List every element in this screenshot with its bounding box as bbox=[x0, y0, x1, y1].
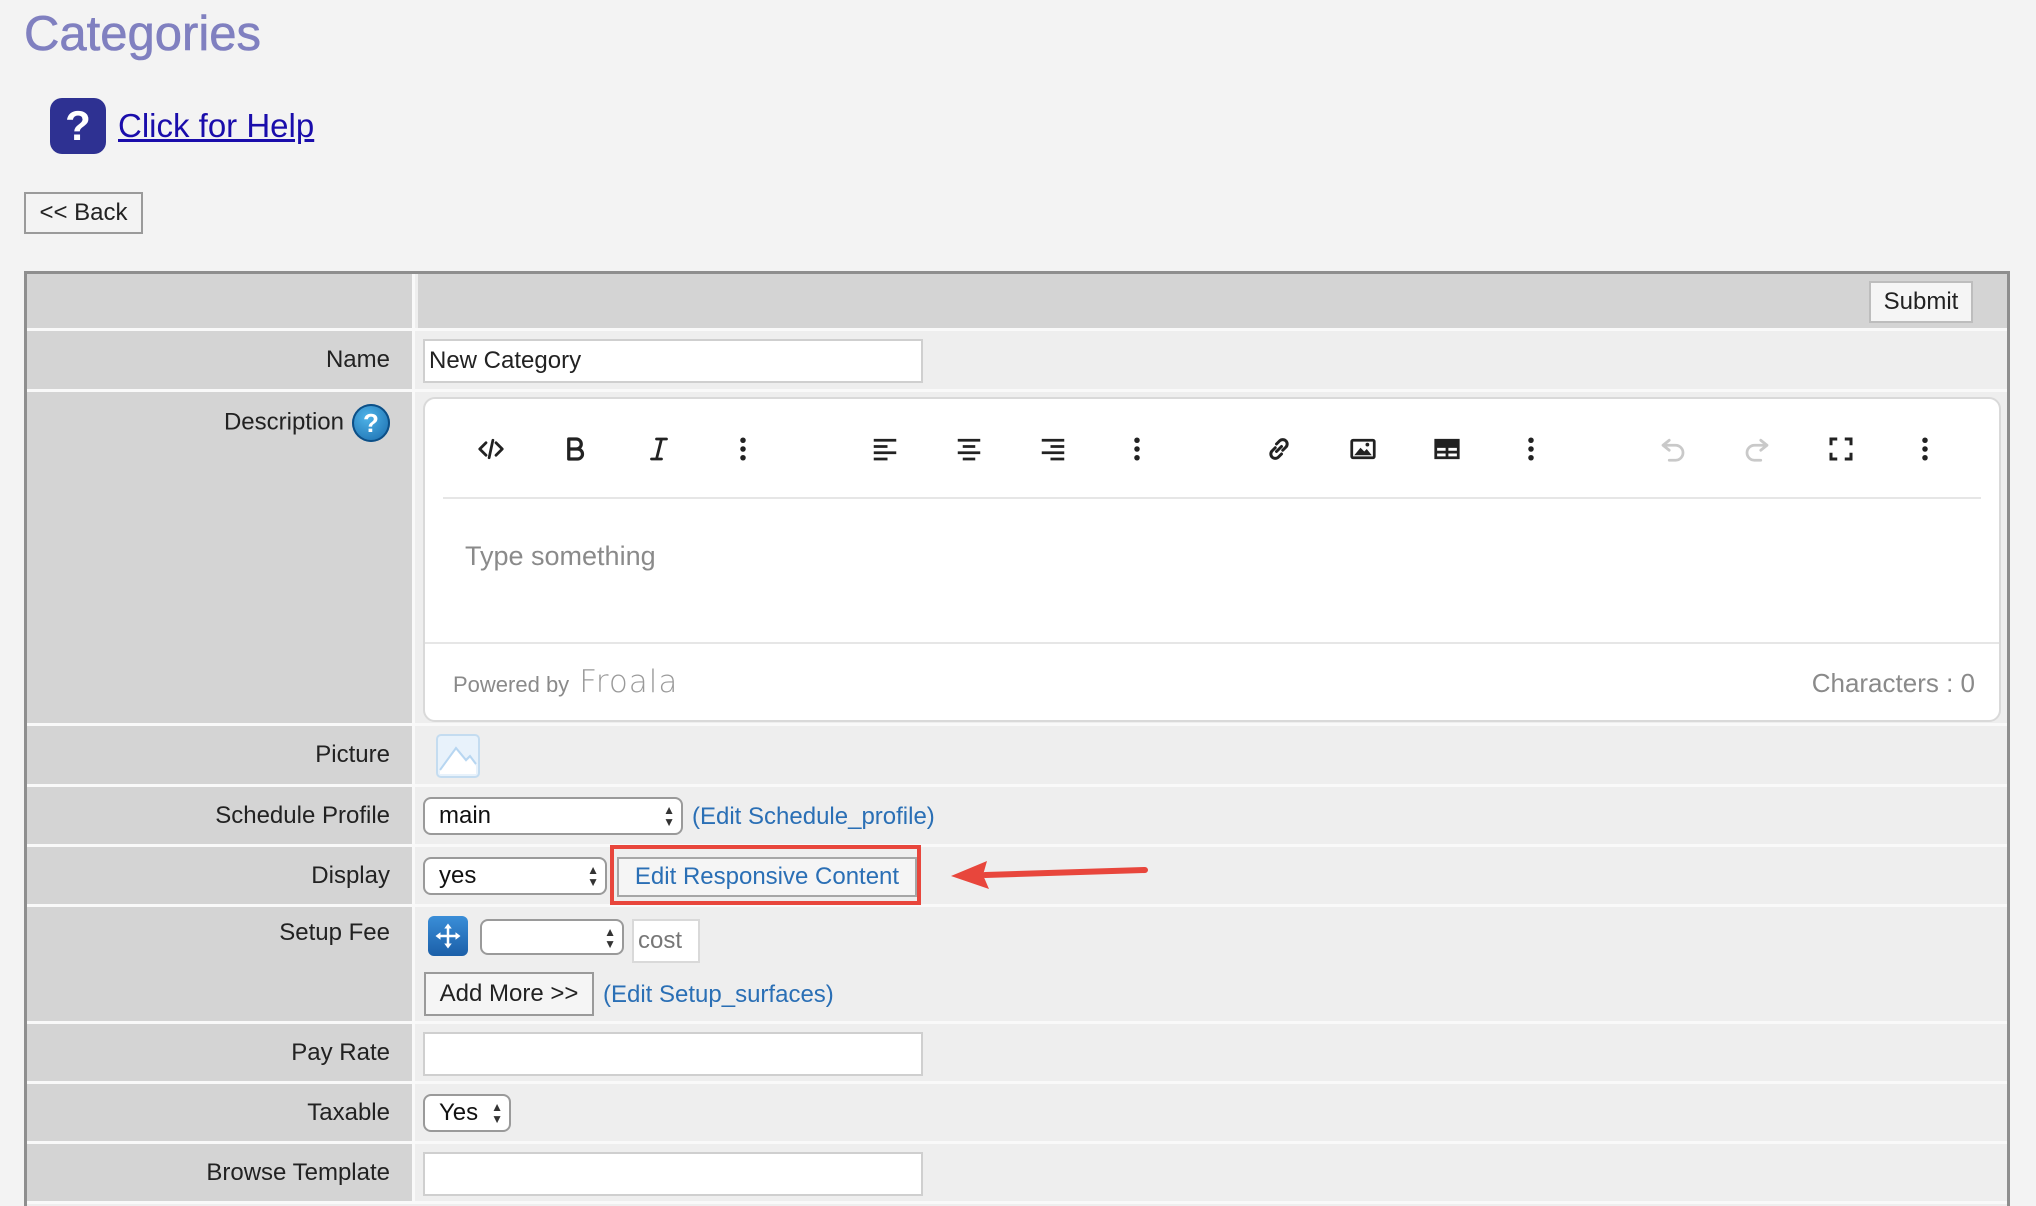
edit-setup-surfaces-link[interactable]: (Edit Setup_surfaces) bbox=[603, 981, 834, 1009]
schedule-profile-selected: main bbox=[439, 802, 492, 829]
editor-footer: Powered by Froala Characters : 0 bbox=[425, 642, 1999, 720]
picture-label: Picture bbox=[27, 726, 415, 784]
edit-schedule-profile-link[interactable]: (Edit Schedule_profile) bbox=[692, 803, 935, 831]
picture-placeholder-icon[interactable] bbox=[436, 734, 480, 778]
setup-fee-row: Setup Fee ▲ ▼ cost Add More >> (Edit Setu… bbox=[27, 907, 2007, 1024]
browse-template-value-cell bbox=[418, 1144, 2007, 1201]
schedule-profile-label: Schedule Profile bbox=[27, 787, 415, 844]
more-rich-icon[interactable] bbox=[1511, 429, 1551, 469]
help-row: ? Click for Help bbox=[50, 98, 314, 154]
taxable-row: Taxable Yes ▲ ▼ bbox=[27, 1084, 2007, 1144]
cost-input[interactable]: cost bbox=[632, 919, 700, 963]
browse-template-label: Browse Template bbox=[27, 1144, 415, 1201]
description-label: Description bbox=[223, 408, 344, 436]
bold-icon[interactable] bbox=[555, 429, 595, 469]
header-value-cell: Submit bbox=[418, 274, 2007, 328]
link-icon[interactable] bbox=[1259, 429, 1299, 469]
browse-template-row: Browse Template bbox=[27, 1144, 2007, 1204]
taxable-label: Taxable bbox=[27, 1084, 415, 1141]
editor-toolbar bbox=[443, 399, 1981, 499]
select-arrows-icon: ▲ ▼ bbox=[587, 863, 599, 889]
help-link[interactable]: Click for Help bbox=[118, 107, 314, 145]
more-misc-icon[interactable] bbox=[1905, 429, 1945, 469]
undo-icon[interactable] bbox=[1653, 429, 1693, 469]
taxable-select[interactable]: Yes ▲ ▼ bbox=[423, 1094, 511, 1132]
select-arrows-icon: ▲ ▼ bbox=[663, 803, 675, 829]
display-value-cell: yes ▲ ▼ Edit Responsive Content bbox=[418, 847, 2007, 904]
taxable-value-cell: Yes ▲ ▼ bbox=[418, 1084, 2007, 1141]
align-right-icon[interactable] bbox=[1033, 429, 1073, 469]
description-value-cell: Type something Powered by Froala Charact… bbox=[418, 392, 2007, 723]
category-form: Submit Name Description? bbox=[24, 271, 2010, 1206]
more-paragraph-icon[interactable] bbox=[1117, 429, 1157, 469]
description-label-cell: Description? bbox=[27, 392, 415, 723]
pay-rate-row: Pay Rate bbox=[27, 1024, 2007, 1084]
display-label: Display bbox=[27, 847, 415, 904]
display-select[interactable]: yes ▲ ▼ bbox=[423, 857, 607, 895]
select-arrows-icon: ▲ ▼ bbox=[491, 1100, 503, 1126]
name-value-cell bbox=[418, 331, 2007, 389]
name-label: Name bbox=[27, 331, 415, 389]
editor-placeholder[interactable]: Type something bbox=[465, 541, 656, 572]
name-input[interactable] bbox=[423, 339, 923, 383]
pay-rate-value-cell bbox=[418, 1024, 2007, 1081]
submit-button[interactable]: Submit bbox=[1869, 281, 1973, 323]
more-text-icon[interactable] bbox=[723, 429, 763, 469]
fullscreen-icon[interactable] bbox=[1821, 429, 1861, 469]
align-center-icon[interactable] bbox=[949, 429, 989, 469]
description-row: Description? Type something Powered by F… bbox=[27, 392, 2007, 726]
help-icon[interactable]: ? bbox=[50, 98, 106, 154]
annotation-arrow-icon bbox=[951, 861, 1148, 889]
powered-by-text: Powered by bbox=[453, 672, 570, 697]
name-row: Name bbox=[27, 331, 2007, 392]
taxable-selected: Yes bbox=[439, 1099, 479, 1126]
form-header-row: Submit bbox=[27, 274, 2007, 331]
back-button[interactable]: << Back bbox=[24, 192, 143, 234]
page-title: Categories bbox=[24, 7, 262, 62]
character-count: Characters : 0 bbox=[1811, 668, 1975, 698]
pay-rate-label: Pay Rate bbox=[27, 1024, 415, 1081]
setup-fee-label: Setup Fee bbox=[27, 907, 415, 1021]
display-selected: yes bbox=[439, 862, 477, 889]
redo-icon[interactable] bbox=[1737, 429, 1777, 469]
schedule-profile-value-cell: main ▲ ▼ (Edit Schedule_profile) bbox=[418, 787, 2007, 844]
rich-text-editor: Type something Powered by Froala Charact… bbox=[423, 397, 2001, 722]
picture-row: Picture bbox=[27, 726, 2007, 787]
schedule-profile-select[interactable]: main ▲ ▼ bbox=[423, 797, 683, 835]
setup-fee-value-cell: ▲ ▼ cost Add More >> (Edit Setup_surfaces… bbox=[418, 907, 2007, 1021]
browse-template-input[interactable] bbox=[423, 1152, 923, 1196]
select-arrows-icon: ▲ ▼ bbox=[604, 925, 616, 951]
setup-fee-select[interactable]: ▲ ▼ bbox=[480, 919, 624, 955]
add-more-button[interactable]: Add More >> bbox=[424, 972, 594, 1016]
move-icon[interactable] bbox=[428, 916, 468, 956]
froala-logo: Froala bbox=[579, 664, 679, 700]
powered-by[interactable]: Powered by Froala bbox=[453, 664, 678, 700]
picture-value-cell bbox=[418, 726, 2007, 784]
italic-icon[interactable] bbox=[639, 429, 679, 469]
pay-rate-input[interactable] bbox=[423, 1032, 923, 1076]
align-left-icon[interactable] bbox=[865, 429, 905, 469]
header-label-cell bbox=[27, 274, 415, 328]
edit-responsive-content-button[interactable]: Edit Responsive Content bbox=[617, 857, 917, 897]
code-view-icon[interactable] bbox=[471, 429, 511, 469]
table-icon[interactable] bbox=[1427, 429, 1467, 469]
description-help-icon[interactable]: ? bbox=[352, 404, 390, 442]
schedule-profile-row: Schedule Profile main ▲ ▼ (Edit Schedule_… bbox=[27, 787, 2007, 847]
categories-page: Categories ? Click for Help << Back Subm… bbox=[0, 0, 2036, 1206]
image-icon[interactable] bbox=[1343, 429, 1383, 469]
